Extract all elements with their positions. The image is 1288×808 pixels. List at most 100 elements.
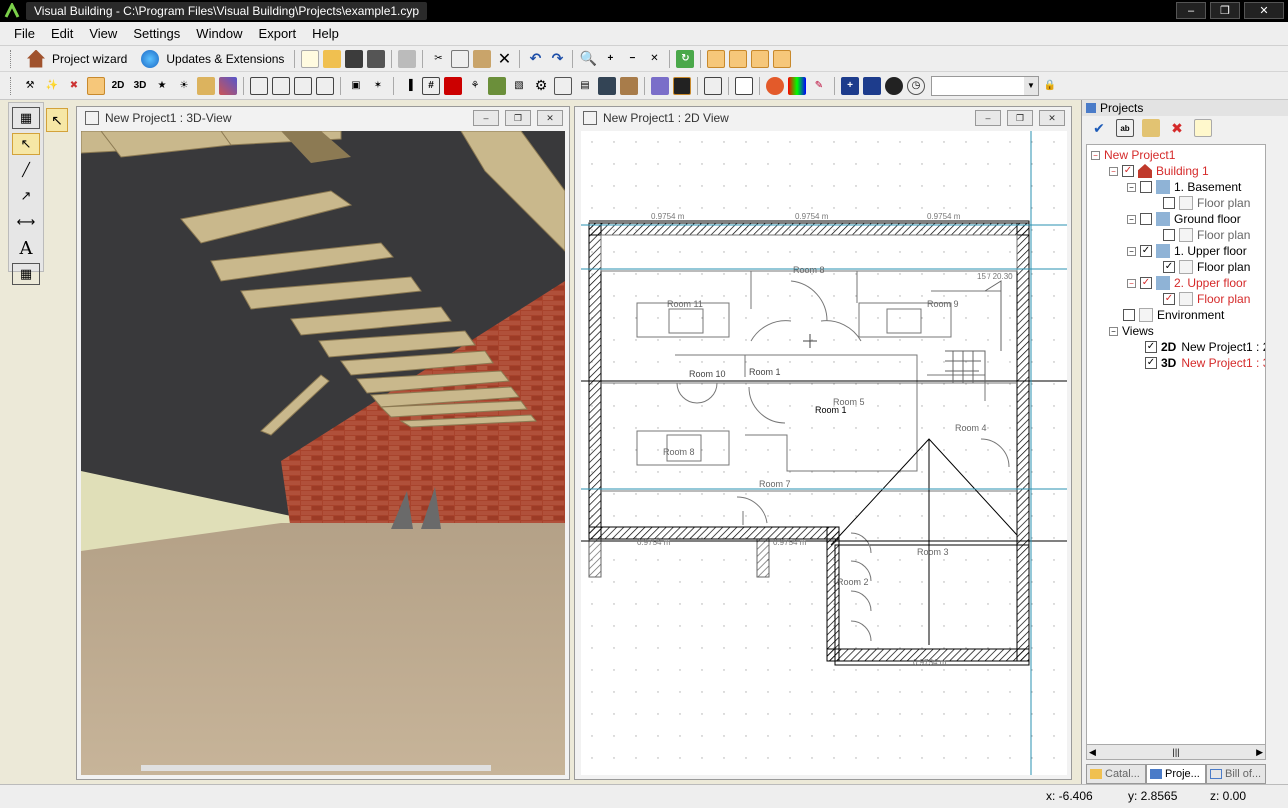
- building-checkbox[interactable]: ✓: [1122, 165, 1134, 177]
- text-tool-icon[interactable]: A: [12, 237, 40, 259]
- grid-tool-icon[interactable]: ▦: [12, 263, 40, 285]
- tree-node-views[interactable]: − Views: [1109, 323, 1154, 339]
- grid-snap-icon[interactable]: [707, 49, 726, 68]
- view-2d-minimize-button[interactable]: –: [975, 110, 1001, 126]
- dimension-tool-icon[interactable]: ↗: [12, 185, 40, 207]
- duplicate-icon[interactable]: [704, 76, 722, 95]
- new-file-icon[interactable]: [301, 49, 320, 68]
- delete-icon[interactable]: ✕: [495, 50, 513, 68]
- view-3d-scene[interactable]: [81, 131, 565, 775]
- menu-view[interactable]: View: [89, 26, 117, 41]
- view-3d-checkbox[interactable]: ✓: [1145, 357, 1157, 369]
- floor-plan-checkbox[interactable]: [1163, 197, 1175, 209]
- refresh-icon[interactable]: ↻: [676, 49, 695, 68]
- paint-icon[interactable]: [766, 76, 784, 95]
- basement-checkbox[interactable]: [1140, 181, 1152, 193]
- settings-gear-icon[interactable]: ⚙: [532, 77, 550, 95]
- save-icon[interactable]: [345, 49, 364, 68]
- shield-icon[interactable]: [598, 76, 616, 95]
- render-icon[interactable]: ☀: [175, 77, 193, 95]
- palette-icon[interactable]: [788, 76, 806, 95]
- tree-node-view-3d[interactable]: ✓ 3D New Project1 : 3: [1145, 355, 1265, 371]
- menu-export[interactable]: Export: [259, 26, 297, 41]
- project-wizard-button[interactable]: Project wizard: [19, 48, 133, 70]
- floor-plan-checkbox[interactable]: ✓: [1163, 293, 1175, 305]
- upper1-checkbox[interactable]: ✓: [1140, 245, 1152, 257]
- tile-v-icon[interactable]: [316, 76, 334, 95]
- window-layout-icon[interactable]: [250, 76, 268, 95]
- plant-icon[interactable]: ⚘: [466, 77, 484, 95]
- table-icon[interactable]: [554, 76, 572, 95]
- menu-window[interactable]: Window: [196, 26, 242, 41]
- scroll-right-icon[interactable]: ▶: [1256, 747, 1263, 758]
- new-page-icon[interactable]: [1194, 119, 1212, 137]
- tree-node-project[interactable]: − New Project1: [1091, 147, 1175, 163]
- clock-icon[interactable]: ◷: [907, 76, 925, 95]
- undo-icon[interactable]: ↶: [526, 50, 544, 68]
- window-split-icon[interactable]: [272, 76, 290, 95]
- ground-floor-checkbox[interactable]: [1140, 213, 1152, 225]
- tree-node-basement[interactable]: − 1. Basement: [1127, 179, 1241, 195]
- measure-icon[interactable]: ▤: [576, 77, 594, 95]
- lock-icon[interactable]: 🔒: [1041, 77, 1059, 95]
- tree-node-ground-floor[interactable]: − Ground floor: [1127, 211, 1241, 227]
- close-button[interactable]: ✕: [1244, 2, 1284, 19]
- view-3d-restore-button[interactable]: ❐: [505, 110, 531, 126]
- upper2-checkbox[interactable]: ✓: [1140, 277, 1152, 289]
- view-2d-checkbox[interactable]: ✓: [1145, 341, 1157, 353]
- view-3d-close-button[interactable]: ✕: [537, 110, 563, 126]
- toolbar-grip[interactable]: [10, 49, 13, 68]
- layout-icon[interactable]: [87, 76, 105, 95]
- delete-x-icon[interactable]: ✖: [1168, 119, 1186, 137]
- print-icon[interactable]: [398, 49, 417, 68]
- floor-plan[interactable]: 0.9754 m 0.9754 m 0.9754 m 0.9754 m 0.97…: [581, 131, 1067, 775]
- properties-icon[interactable]: [1142, 119, 1160, 137]
- tree-node-floor-plan[interactable]: ✓ Floor plan: [1163, 291, 1250, 307]
- zoom-out-icon[interactable]: −: [623, 50, 641, 68]
- menu-help[interactable]: Help: [312, 26, 339, 41]
- layer-select[interactable]: ▼: [931, 75, 1039, 96]
- tree-node-floor-plan[interactable]: ✓ Floor plan: [1163, 259, 1250, 275]
- toolbar-grip[interactable]: [10, 76, 13, 95]
- floor-plan-checkbox[interactable]: ✓: [1163, 261, 1175, 273]
- view-2d-close-button[interactable]: ✕: [1039, 110, 1065, 126]
- redo-icon[interactable]: ↷: [548, 50, 566, 68]
- view-3d-minimize-button[interactable]: –: [473, 110, 499, 126]
- minimize-button[interactable]: –: [1176, 2, 1206, 19]
- pointer-tool-icon[interactable]: ↖: [12, 133, 40, 155]
- brush-icon[interactable]: ✎: [810, 77, 828, 95]
- frame-icon[interactable]: [863, 76, 881, 95]
- chart-icon[interactable]: ▐: [400, 77, 418, 95]
- zoom-in-icon[interactable]: +: [601, 50, 619, 68]
- menu-file[interactable]: File: [14, 26, 35, 41]
- terrain-icon[interactable]: [488, 76, 506, 95]
- environment-checkbox[interactable]: [1123, 309, 1135, 321]
- tree-node-view-2d[interactable]: ✓ 2D New Project1 : 2: [1145, 339, 1265, 355]
- texture-icon[interactable]: [219, 76, 237, 95]
- compass-icon[interactable]: +: [841, 76, 859, 95]
- maximize-button[interactable]: ❐: [1210, 2, 1240, 19]
- view-3d-icon[interactable]: 3D: [131, 77, 149, 95]
- photo-icon[interactable]: [620, 76, 638, 95]
- tools-icon[interactable]: ⚒: [21, 77, 39, 95]
- save-all-icon[interactable]: [367, 49, 386, 68]
- tab-bill-of-materials[interactable]: Bill of...: [1206, 764, 1266, 784]
- tab-catalog[interactable]: Catal...: [1086, 764, 1146, 784]
- cube-icon[interactable]: [651, 76, 669, 95]
- object-icon[interactable]: [444, 76, 462, 95]
- line-tool-icon[interactable]: ╱: [12, 159, 40, 181]
- grid-icon[interactable]: #: [422, 76, 440, 95]
- menu-settings[interactable]: Settings: [133, 26, 180, 41]
- measure-tool-icon[interactable]: ⟷: [12, 211, 40, 233]
- zoom-icon[interactable]: 🔍: [579, 50, 597, 68]
- zoom-fit-icon[interactable]: ✕: [645, 50, 663, 68]
- menu-edit[interactable]: Edit: [51, 26, 73, 41]
- wand-icon[interactable]: ✨: [43, 77, 61, 95]
- snap-angle-icon[interactable]: [773, 49, 792, 68]
- tree-node-floor-plan[interactable]: Floor plan: [1163, 227, 1250, 243]
- view-2d-restore-button[interactable]: ❐: [1007, 110, 1033, 126]
- paste-icon[interactable]: [473, 49, 492, 68]
- view-2d-canvas[interactable]: 0.9754 m 0.9754 m 0.9754 m 0.9754 m 0.97…: [581, 131, 1067, 775]
- contrast-icon[interactable]: [673, 76, 691, 95]
- open-folder-icon[interactable]: [323, 49, 342, 68]
